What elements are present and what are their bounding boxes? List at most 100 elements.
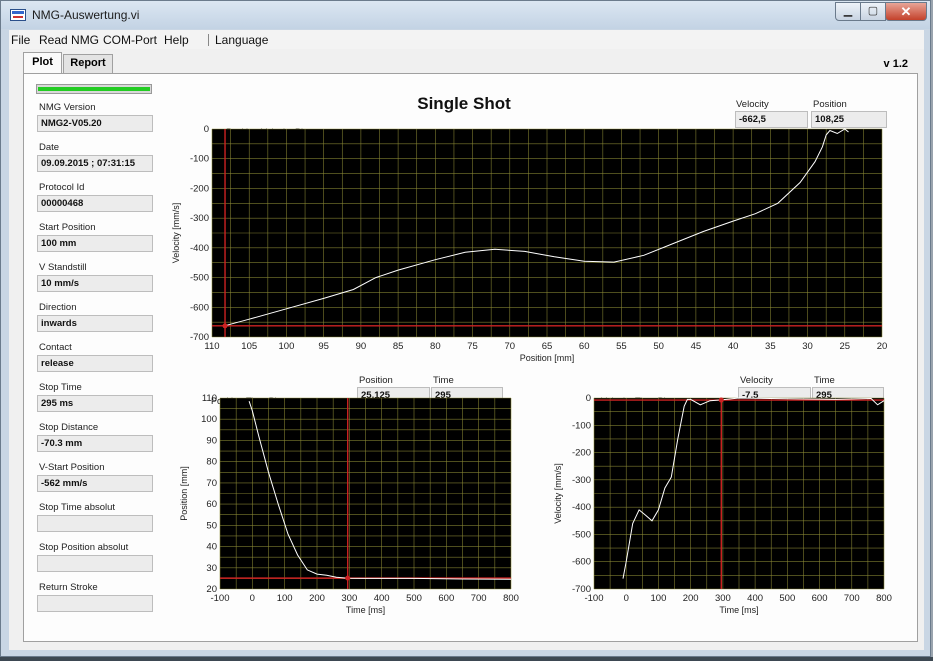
y-tick-label: -600 (190, 302, 209, 313)
x-tick-label: 400 (747, 593, 763, 604)
y-tick-label: 80 (206, 457, 217, 468)
field-label: Stop Time (39, 382, 82, 393)
status-indicator-fill (38, 87, 150, 91)
y-tick-label: -200 (190, 183, 209, 194)
cursor-marker[interactable] (718, 397, 724, 403)
position-velocity-plot[interactable]: 110 105 100 95 90 85 80 75 70 65 60 55 50 45 40 35 30 25 2… (168, 124, 903, 374)
x-tick-label: 200 (683, 593, 699, 604)
x-tick-label: 30 (802, 341, 813, 352)
velocity-time-plot[interactable]: -100 0 100 200 300 400 500 600 700 8000-100-200-3… (549, 393, 919, 638)
vt-time-label: Time (814, 375, 835, 386)
version-label: v 1.2 (883, 58, 908, 70)
field-label: Contact (39, 342, 72, 353)
menu-file[interactable]: File (11, 33, 30, 47)
vt-velocity-label: Velocity (740, 375, 773, 386)
plot-tab-panel: NMG Version NMG2-V05.20 Date 09.09.2015 ; 0… (23, 73, 918, 642)
window-title: NMG-Auswertung.vi (32, 8, 140, 22)
x-tick-label: 65 (542, 341, 553, 352)
y-tick-label: 0 (586, 393, 591, 404)
menu-help[interactable]: Help (164, 33, 189, 47)
y-tick-label: -700 (572, 584, 591, 595)
field-label: NMG Version (39, 102, 96, 113)
y-tick-label: 50 (206, 520, 217, 531)
menu-read-nmg[interactable]: Read NMG (39, 33, 99, 47)
x-tick-label: 800 (876, 593, 892, 604)
position-time-plot[interactable]: -100 0 100 200 300 400 500 600 700 80011010090807… (168, 393, 528, 638)
x-tick-label: 600 (812, 593, 828, 604)
menu-separator (208, 34, 209, 46)
x-tick-label: 100 (279, 341, 295, 352)
cursor-marker[interactable] (222, 323, 228, 329)
field-label: Date (39, 142, 60, 153)
y-tick-label: 30 (206, 563, 217, 574)
y-tick-label: 110 (202, 393, 217, 404)
field-value: 10 mm/s (37, 275, 153, 292)
x-tick-label: 60 (579, 341, 590, 352)
x-tick-label: 500 (779, 593, 795, 604)
minimize-button[interactable]: ▁ (835, 2, 861, 21)
menu-bar: File Read NMG COM-Port Help Language (9, 30, 924, 49)
field-value: 100 mm (37, 235, 153, 252)
y-axis-label: Velocity [mm/s] (171, 203, 181, 264)
y-tick-label: -400 (572, 502, 591, 513)
x-axis-label: Time [ms] (346, 605, 385, 615)
x-tick-label: 35 (765, 341, 776, 352)
field-value: 00000468 (37, 195, 153, 212)
field-label: Direction (39, 302, 77, 313)
x-tick-label: 55 (616, 341, 627, 352)
y-tick-label: -700 (190, 332, 209, 343)
field-value: release (37, 355, 153, 372)
y-tick-label: 20 (206, 584, 217, 595)
y-tick-label: -600 (572, 557, 591, 568)
x-tick-label: 95 (318, 341, 329, 352)
x-tick-label: 600 (438, 593, 454, 604)
menu-language[interactable]: Language (215, 33, 268, 47)
menu-com-port[interactable]: COM-Port (103, 33, 157, 47)
field-label: V-Start Position (39, 462, 105, 473)
y-tick-label: -500 (572, 529, 591, 540)
y-tick-label: 0 (204, 124, 209, 135)
field-value: inwards (37, 315, 153, 332)
x-tick-label: 300 (341, 593, 357, 604)
field-label: Stop Position absolut (39, 542, 129, 553)
x-tick-label: 100 (277, 593, 293, 604)
x-tick-label: 25 (839, 341, 850, 352)
pv-velocity-readout: -662,5 (735, 111, 808, 128)
x-axis-label: Position [mm] (520, 353, 575, 363)
x-tick-label: 0 (250, 593, 255, 604)
title-bar[interactable]: NMG-Auswertung.vi ▁ ▢ ✕ (1, 1, 930, 29)
main-title: Single Shot (417, 94, 511, 113)
pt-position-label: Position (359, 375, 393, 386)
tab-plot[interactable]: Plot (23, 52, 62, 73)
close-button[interactable]: ✕ (885, 2, 927, 21)
y-tick-label: 40 (206, 542, 217, 553)
x-tick-label: 0 (624, 593, 629, 604)
x-tick-label: 700 (844, 593, 860, 604)
x-tick-label: 400 (374, 593, 390, 604)
field-value (37, 595, 153, 612)
y-tick-label: -500 (190, 273, 209, 284)
field-value: NMG2-V05.20 (37, 115, 153, 132)
x-tick-label: 75 (467, 341, 478, 352)
y-tick-label: -100 (190, 154, 209, 165)
x-tick-label: 300 (715, 593, 731, 604)
cursor-marker[interactable] (345, 575, 351, 581)
field-value: 295 ms (37, 395, 153, 412)
tab-report[interactable]: Report (63, 54, 113, 73)
x-tick-label: 90 (356, 341, 367, 352)
field-label: Stop Time absolut (39, 502, 116, 513)
field-label: V Standstill (39, 262, 87, 273)
x-tick-label: 700 (471, 593, 487, 604)
field-value: 09.09.2015 ; 07:31:15 (37, 155, 153, 172)
x-tick-label: 40 (728, 341, 739, 352)
field-value (37, 555, 153, 572)
x-tick-label: 100 (651, 593, 667, 604)
y-tick-label: -300 (572, 475, 591, 486)
x-tick-label: 85 (393, 341, 404, 352)
x-tick-label: 105 (241, 341, 257, 352)
y-tick-label: 100 (201, 414, 217, 425)
x-tick-label: 45 (691, 341, 702, 352)
maximize-button[interactable]: ▢ (860, 2, 886, 21)
x-tick-label: 50 (653, 341, 664, 352)
x-tick-label: 500 (406, 593, 422, 604)
